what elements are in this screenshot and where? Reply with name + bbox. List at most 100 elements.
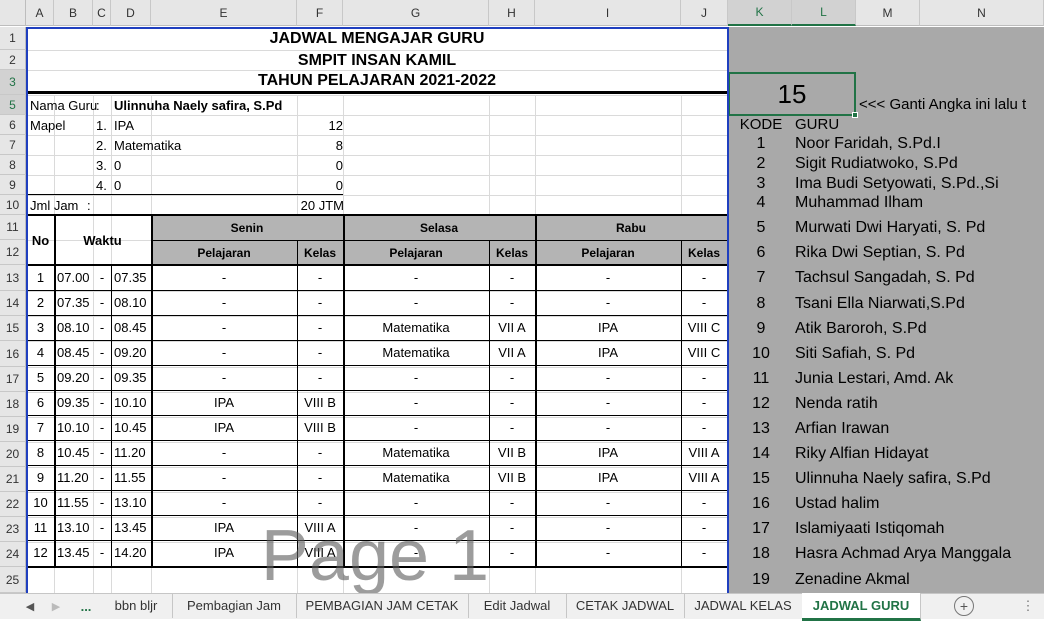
row-header-6[interactable]: 6	[0, 115, 26, 135]
schedule-cell-dash[interactable]: -	[93, 265, 111, 290]
row-header-10[interactable]: 10	[0, 195, 26, 215]
schedule-cell-tk[interactable]: -	[489, 290, 535, 315]
column-header-h[interactable]: H	[489, 0, 535, 26]
sheet-tab-cetak-jadwal[interactable]: CETAK JADWAL	[566, 593, 685, 618]
schedule-cell-no[interactable]: 5	[27, 365, 54, 390]
mapel-jam[interactable]: 8	[297, 135, 346, 155]
schedule-cell-sk[interactable]: VIII B	[297, 390, 343, 415]
row-header-25[interactable]: 25	[0, 567, 26, 593]
row-header-23[interactable]: 23	[0, 517, 26, 542]
schedule-cell-sp[interactable]: -	[151, 490, 297, 515]
schedule-cell-dash[interactable]: -	[93, 340, 111, 365]
schedule-cell-no[interactable]: 1	[27, 265, 54, 290]
guru-nama[interactable]: Atik Baroroh, S.Pd	[792, 319, 1044, 339]
row-header-1[interactable]: 1	[0, 27, 26, 50]
schedule-cell-rp[interactable]: -	[535, 540, 681, 565]
guru-nama[interactable]: Ulinnuha Naely safira, S.Pd	[792, 469, 1044, 489]
schedule-cell-sp[interactable]: -	[151, 340, 297, 365]
column-header-n[interactable]: N	[920, 0, 1044, 26]
jml-jam-value[interactable]: 20 JTM	[296, 195, 347, 215]
schedule-cell-sk[interactable]: -	[297, 465, 343, 490]
schedule-cell-end[interactable]: 13.45	[111, 515, 154, 540]
schedule-cell-rp[interactable]: -	[535, 290, 681, 315]
schedule-cell-start[interactable]: 10.45	[54, 440, 96, 465]
schedule-cell-tp[interactable]: -	[343, 265, 489, 290]
schedule-cell-end[interactable]: 08.10	[111, 290, 154, 315]
schedule-cell-start[interactable]: 08.10	[54, 315, 96, 340]
guru-nama[interactable]: Ustad halim	[792, 494, 1044, 514]
schedule-cell-sk[interactable]: VIII B	[297, 415, 343, 440]
th-selasa-pelajaran[interactable]: Pelajaran	[343, 240, 489, 265]
column-header-k[interactable]: K	[728, 0, 792, 26]
schedule-cell-no[interactable]: 9	[27, 465, 54, 490]
guru-kode[interactable]: 16	[730, 494, 792, 514]
guru-kode[interactable]: 7	[730, 268, 792, 288]
mapel-name[interactable]: IPA	[111, 115, 294, 135]
guru-kode[interactable]: 3	[730, 174, 792, 194]
schedule-cell-tp[interactable]: Matematika	[343, 315, 489, 340]
jml-jam-label[interactable]: Jml Jam	[27, 195, 90, 215]
guru-kode[interactable]: 12	[730, 394, 792, 414]
schedule-cell-rp[interactable]: -	[535, 390, 681, 415]
schedule-cell-rp[interactable]: -	[535, 365, 681, 390]
column-header-i[interactable]: I	[535, 0, 681, 26]
column-header-e[interactable]: E	[151, 0, 297, 26]
column-header-b[interactable]: B	[54, 0, 93, 26]
guru-nama[interactable]: Junia Lestari, Amd. Ak	[792, 369, 1044, 389]
row-header-16[interactable]: 16	[0, 341, 26, 367]
tab-ellipsis[interactable]: ...	[72, 594, 100, 618]
tab-more-icon[interactable]: ⋮	[1020, 594, 1036, 618]
row-header-13[interactable]: 13	[0, 265, 26, 291]
schedule-cell-no[interactable]: 6	[27, 390, 54, 415]
schedule-cell-end[interactable]: 14.20	[111, 540, 154, 565]
schedule-cell-no[interactable]: 3	[27, 315, 54, 340]
schedule-cell-rk[interactable]: -	[681, 390, 727, 415]
guru-kode[interactable]: 17	[730, 519, 792, 539]
row-header-24[interactable]: 24	[0, 542, 26, 567]
schedule-cell-start[interactable]: 09.35	[54, 390, 96, 415]
schedule-cell-rp[interactable]: IPA	[535, 315, 681, 340]
schedule-cell-start[interactable]: 11.55	[54, 490, 96, 515]
schedule-cell-end[interactable]: 11.20	[111, 440, 154, 465]
row-header-7[interactable]: 7	[0, 135, 26, 155]
row-header-14[interactable]: 14	[0, 291, 26, 316]
schedule-cell-start[interactable]: 07.35	[54, 290, 96, 315]
schedule-cell-rp[interactable]: -	[535, 490, 681, 515]
schedule-cell-rk[interactable]: -	[681, 515, 727, 540]
schedule-cell-rk[interactable]: VIII A	[681, 465, 727, 490]
column-header-f[interactable]: F	[297, 0, 343, 26]
schedule-cell-sk[interactable]: -	[297, 440, 343, 465]
schedule-cell-dash[interactable]: -	[93, 465, 111, 490]
th-rabu-pelajaran[interactable]: Pelajaran	[535, 240, 681, 265]
guru-header[interactable]: GURU	[792, 115, 915, 133]
schedule-cell-dash[interactable]: -	[93, 540, 111, 565]
schedule-cell-no[interactable]: 8	[27, 440, 54, 465]
schedule-cell-dash[interactable]: -	[93, 390, 111, 415]
th-rabu-kelas[interactable]: Kelas	[681, 240, 727, 265]
title-line-1[interactable]: JADWAL MENGAJAR GURU	[27, 28, 727, 50]
schedule-cell-tp[interactable]: Matematika	[343, 440, 489, 465]
schedule-cell-start[interactable]: 10.10	[54, 415, 96, 440]
guru-kode[interactable]: 11	[730, 369, 792, 389]
column-header-a[interactable]: A	[26, 0, 54, 26]
guru-nama[interactable]: Sigit Rudiatwoko, S.Pd	[792, 154, 1044, 174]
schedule-cell-sp[interactable]: -	[151, 265, 297, 290]
schedule-cell-end[interactable]: 13.10	[111, 490, 154, 515]
sheet-tab-pembagian-jam-cetak[interactable]: PEMBAGIAN JAM CETAK	[296, 593, 469, 618]
th-senin-pelajaran[interactable]: Pelajaran	[151, 240, 297, 265]
column-header-l[interactable]: L	[792, 0, 856, 26]
guru-kode[interactable]: 5	[730, 218, 792, 238]
tab-scroll-right-icon[interactable]: ▶	[46, 594, 66, 618]
guru-nama[interactable]: Murwati Dwi Haryati, S. Pd	[792, 218, 1044, 238]
schedule-cell-dash[interactable]: -	[93, 515, 111, 540]
th-no[interactable]: No	[27, 215, 54, 265]
schedule-cell-no[interactable]: 10	[27, 490, 54, 515]
schedule-cell-tp[interactable]: -	[343, 290, 489, 315]
column-header-j[interactable]: J	[681, 0, 728, 26]
mapel-name[interactable]: 0	[111, 175, 294, 195]
mapel-jam[interactable]: 0	[297, 175, 346, 195]
schedule-cell-rk[interactable]: VIII A	[681, 440, 727, 465]
schedule-cell-rk[interactable]: -	[681, 415, 727, 440]
schedule-cell-no[interactable]: 7	[27, 415, 54, 440]
row-header-9[interactable]: 9	[0, 175, 26, 195]
